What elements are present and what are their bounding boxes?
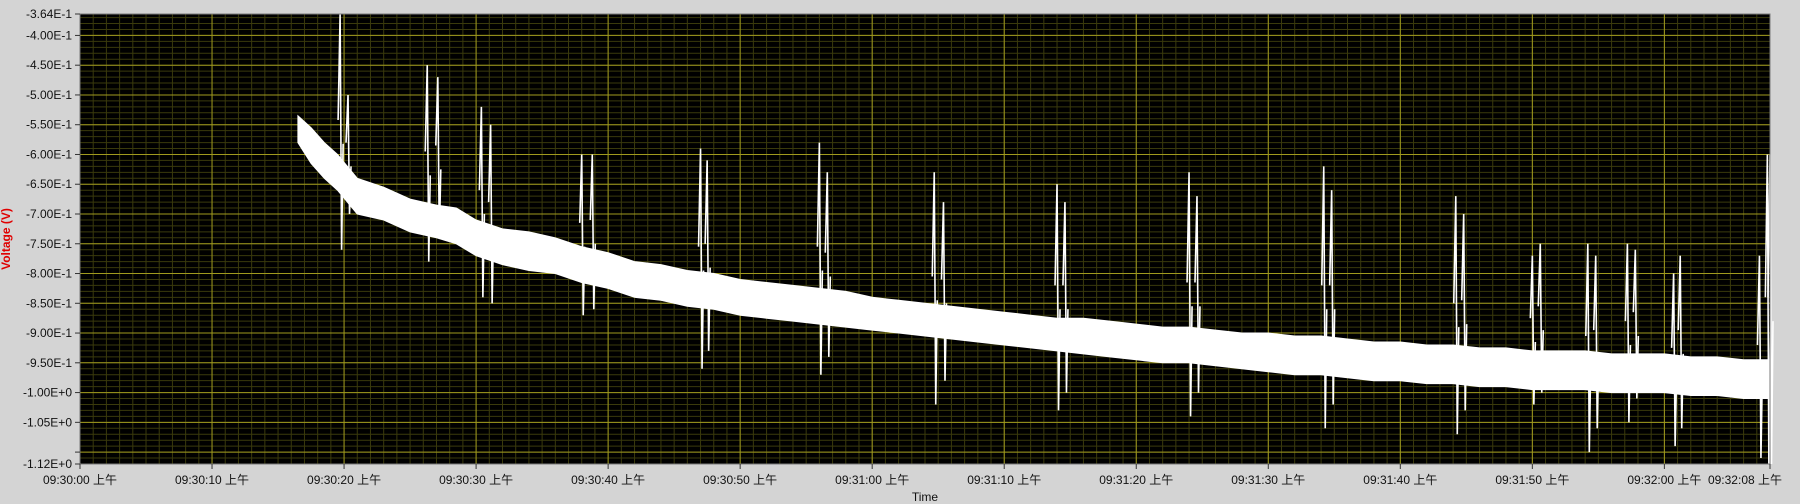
y-tick-label: -5.00E-1: [26, 88, 72, 102]
x-tick-label: 09:30:40 上午: [571, 473, 645, 487]
y-tick-label: -9.50E-1: [26, 356, 72, 370]
x-tick-label: 09:30:50 上午: [703, 473, 777, 487]
y-tick-label: -6.00E-1: [26, 147, 72, 161]
y-tick-label: -8.50E-1: [26, 296, 72, 310]
x-tick-label: 09:31:30 上午: [1231, 473, 1305, 487]
y-tick-label: -3.64E-1: [26, 7, 72, 21]
y-tick-label: -1.00E+0: [23, 386, 72, 400]
x-tick-label: 09:31:20 上午: [1099, 473, 1173, 487]
y-tick-label: -7.50E-1: [26, 237, 72, 251]
x-tick-label: 09:30:10 上午: [175, 473, 249, 487]
y-tick-label: -6.50E-1: [26, 177, 72, 191]
x-tick-label: 09:30:30 上午: [439, 473, 513, 487]
y-tick-label: -4.50E-1: [26, 58, 72, 72]
x-tick-label: 09:32:08 上午: [1708, 473, 1782, 487]
y-tick-label: -1.12E+0: [23, 457, 72, 471]
x-axis-label: Time: [912, 490, 939, 504]
y-tick-label: -9.00E-1: [26, 326, 72, 340]
x-tick-label: 09:31:00 上午: [835, 473, 909, 487]
x-tick-label: 09:31:40 上午: [1363, 473, 1437, 487]
y-tick-label: -1.05E+0: [23, 415, 72, 429]
x-tick-label: 09:30:00 上午: [43, 473, 117, 487]
x-tick-label: 09:31:10 上午: [967, 473, 1041, 487]
y-tick-label: -5.50E-1: [26, 118, 72, 132]
y-tick-label: -7.00E-1: [26, 207, 72, 221]
y-tick-label: -4.00E-1: [26, 28, 72, 42]
chart: -3.64E-1 -4.00E-1 -4.50E-1 -5.00E-1 -5.50E-1…: [0, 0, 1800, 504]
x-tick-label: 09:32:00 上午: [1627, 473, 1701, 487]
y-tick-label: -8.00E-1: [26, 267, 72, 281]
x-tick-label: 09:30:20 上午: [307, 473, 381, 487]
x-tick-label: 09:31:50 上午: [1495, 473, 1569, 487]
y-axis-label: Voltage (V): [0, 208, 13, 270]
